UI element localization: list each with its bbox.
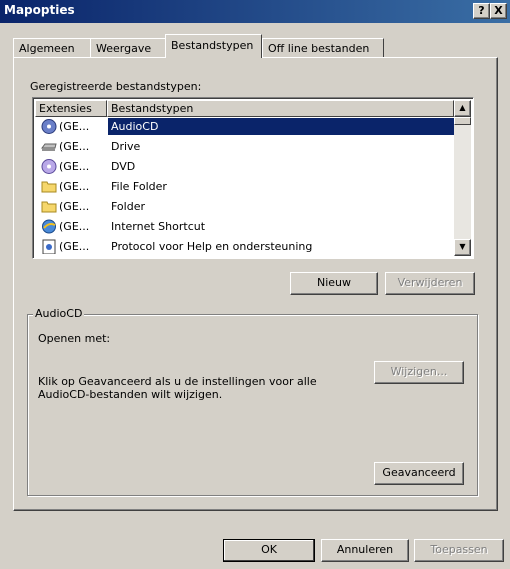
close-button[interactable]: X — [490, 3, 507, 19]
dialog-window: Mapopties ? X Algemeen Weergave Bestands… — [0, 0, 510, 569]
change-button[interactable]: Wijzigen... — [374, 361, 464, 384]
file-types-list[interactable]: Extensies Bestandstypen (GE... AudioCD (… — [32, 97, 474, 259]
type-cell: Folder — [111, 200, 145, 213]
group-title: AudioCD — [33, 307, 85, 320]
list-item[interactable]: (GE... AudioCD — [35, 117, 454, 137]
help-protocol-icon — [42, 239, 56, 254]
title-bar[interactable]: Mapopties ? X — [0, 0, 510, 23]
scroll-up-button[interactable]: ▲ — [454, 100, 471, 117]
extension-cell: (GE... — [59, 200, 90, 213]
dvd-icon — [41, 159, 57, 174]
extension-cell: (GE... — [59, 140, 90, 153]
internet-shortcut-icon — [42, 219, 56, 234]
window-title: Mapopties — [4, 3, 75, 17]
tab-weergave[interactable]: Weergave — [90, 38, 166, 57]
extension-cell: (GE... — [59, 160, 90, 173]
list-item[interactable]: (GE... File Folder — [35, 177, 454, 197]
list-item[interactable]: (GE... Internet Shortcut — [35, 217, 454, 237]
advanced-text-line2: AudioCD-bestanden wilt wijzigen. — [38, 388, 223, 401]
help-button[interactable]: ? — [473, 3, 490, 19]
type-cell: File Folder — [111, 180, 167, 193]
type-cell: DVD — [111, 160, 136, 173]
extension-cell: (GE... — [59, 180, 90, 193]
type-cell: Drive — [111, 140, 141, 153]
scroll-thumb[interactable] — [454, 117, 471, 125]
tab-offline-bestanden[interactable]: Off line bestanden — [262, 38, 384, 57]
column-header-extensies[interactable]: Extensies — [35, 100, 107, 117]
folder-icon — [41, 201, 57, 213]
type-cell: Protocol voor Help en ondersteuning — [111, 240, 313, 253]
opens-with-label: Openen met: — [38, 332, 111, 345]
cancel-button[interactable]: Annuleren — [321, 539, 409, 562]
tab-bestandstypen[interactable]: Bestandstypen — [165, 34, 262, 58]
advanced-text-line1: Klik op Geavanceerd als u de instellinge… — [38, 375, 317, 388]
extension-cell: (GE... — [59, 120, 90, 133]
drive-icon — [41, 143, 57, 151]
list-item[interactable]: (GE... Drive — [35, 137, 454, 157]
ok-button[interactable]: OK — [223, 539, 315, 562]
new-button[interactable]: Nieuw — [290, 272, 378, 295]
extension-cell: (GE... — [59, 220, 90, 233]
list-item[interactable]: (GE... Protocol voor Help en ondersteuni… — [35, 237, 454, 257]
column-header-bestandstypen[interactable]: Bestandstypen — [107, 100, 454, 117]
vertical-scrollbar[interactable]: ▲ ▼ — [454, 100, 471, 256]
extension-cell: (GE... — [59, 240, 90, 253]
registered-types-label: Geregistreerde bestandstypen: — [30, 80, 202, 93]
delete-button[interactable]: Verwijderen — [385, 272, 475, 295]
audiocd-icon — [41, 119, 57, 134]
list-item[interactable]: (GE... Folder — [35, 197, 454, 217]
type-cell: AudioCD — [108, 118, 454, 135]
advanced-button[interactable]: Geavanceerd — [374, 462, 464, 485]
list-item[interactable]: (GE... DVD — [35, 157, 454, 177]
scroll-down-button[interactable]: ▼ — [454, 239, 471, 256]
tab-algemeen[interactable]: Algemeen — [13, 38, 91, 57]
type-cell: Internet Shortcut — [111, 220, 206, 233]
apply-button[interactable]: Toepassen — [414, 539, 504, 562]
folder-icon — [41, 181, 57, 193]
